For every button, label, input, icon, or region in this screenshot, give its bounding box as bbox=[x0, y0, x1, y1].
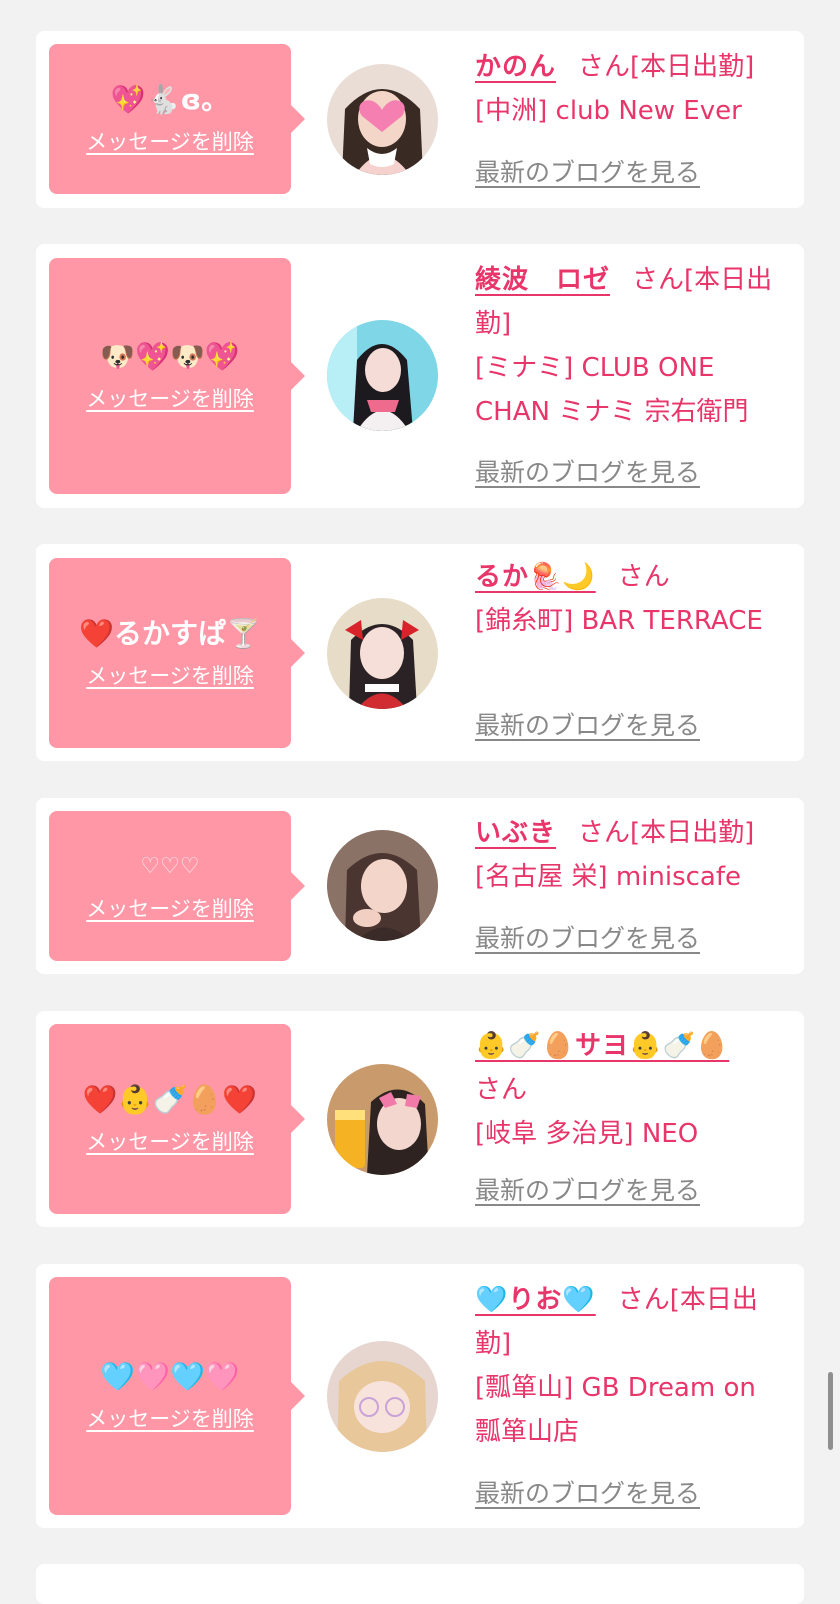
favorite-card bbox=[36, 1564, 804, 1604]
cast-info: るか🪼🌙 さん [錦糸町] BAR TERRACE bbox=[475, 555, 784, 643]
shop-name: [岐阜 多治見] NEO bbox=[475, 1119, 699, 1149]
cast-name-link[interactable]: るか🪼🌙 bbox=[475, 562, 596, 592]
message-bubble: 🐶💖🐶💖 メッセージを削除 bbox=[49, 258, 305, 494]
cast-name-link[interactable]: 綾波 ロゼ bbox=[475, 265, 610, 295]
latest-blog-link[interactable]: 最新のブログを見る bbox=[475, 709, 700, 743]
cast-name-link[interactable]: いぶき bbox=[475, 818, 556, 848]
honorific: さん bbox=[578, 818, 631, 848]
avatar[interactable] bbox=[327, 1064, 438, 1175]
cast-info: いぶき さん[本日出勤] [名古屋 栄] miniscafe bbox=[475, 811, 784, 899]
message-bubble: ❤️👶🍼🥚❤️ メッセージを削除 bbox=[49, 1024, 305, 1214]
delete-message-link[interactable]: メッセージを削除 bbox=[86, 383, 254, 413]
cast-info: 🩵りお🩵 さん[本日出勤] [瓢箪山] GB Dream on 瓢箪山店 bbox=[475, 1278, 784, 1454]
honorific: さん bbox=[578, 52, 631, 82]
delete-message-link[interactable]: メッセージを削除 bbox=[86, 660, 254, 690]
favorite-card: ♡♡♡ メッセージを削除 いぶき さん[本日出勤] [名古屋 栄] minisca… bbox=[36, 798, 804, 974]
cast-name-link[interactable]: 🩵りお🩵 bbox=[475, 1285, 596, 1315]
shop-name: [ミナミ] CLUB ONE CHAN ミナミ 宗右衛門 bbox=[475, 353, 749, 427]
cast-info: 綾波 ロゼ さん[本日出勤] [ミナミ] CLUB ONE CHAN ミナミ 宗右… bbox=[475, 258, 784, 434]
scrollbar[interactable] bbox=[828, 1372, 833, 1450]
avatar[interactable] bbox=[327, 830, 438, 941]
message-bubble: ❤️るかすぱ🍸 メッセージを削除 bbox=[49, 558, 305, 748]
message-text: ♡♡♡ bbox=[140, 854, 200, 879]
favorite-card: ❤️るかすぱ🍸 メッセージを削除 るか🪼🌙 さん [錦糸町] BAR TERRAC… bbox=[36, 544, 804, 761]
delete-message-link[interactable]: メッセージを削除 bbox=[86, 1403, 254, 1433]
favorite-card: 💖🐇ɞ。 メッセージを削除 かのん さん[本日出勤] [中洲] club New … bbox=[36, 31, 804, 208]
message-text: 💖🐇ɞ。 bbox=[110, 83, 230, 116]
avatar[interactable] bbox=[327, 1341, 438, 1452]
attendance-status: [本日出勤] bbox=[630, 818, 755, 848]
avatar[interactable] bbox=[327, 64, 438, 175]
favorite-card: 🐶💖🐶💖 メッセージを削除 綾波 ロゼ さん[本日出勤] [ミナミ] CLUB O… bbox=[36, 244, 804, 508]
honorific: さん bbox=[617, 1285, 670, 1315]
shop-name: [錦糸町] BAR TERRACE bbox=[475, 606, 763, 636]
message-text: ❤️👶🍼🥚❤️ bbox=[82, 1083, 258, 1116]
attendance-status: [本日出勤] bbox=[630, 52, 755, 82]
latest-blog-link[interactable]: 最新のブログを見る bbox=[475, 922, 700, 956]
delete-message-link[interactable]: メッセージを削除 bbox=[86, 893, 254, 923]
cast-name-link[interactable]: 👶🍼🥚サヨ👶🍼🥚 bbox=[475, 1031, 729, 1061]
honorific: さん bbox=[475, 1075, 528, 1105]
latest-blog-link[interactable]: 最新のブログを見る bbox=[475, 1477, 700, 1511]
avatar[interactable] bbox=[327, 320, 438, 431]
latest-blog-link[interactable]: 最新のブログを見る bbox=[475, 456, 700, 490]
favorite-card: ❤️👶🍼🥚❤️ メッセージを削除 👶🍼🥚サヨ👶🍼🥚 さん [岐阜 多治見] NE… bbox=[36, 1011, 804, 1227]
message-bubble: ♡♡♡ メッセージを削除 bbox=[49, 811, 305, 961]
shop-name: [名古屋 栄] miniscafe bbox=[475, 862, 741, 892]
cast-info: 👶🍼🥚サヨ👶🍼🥚 さん [岐阜 多治見] NEO bbox=[475, 1024, 784, 1156]
cast-info: かのん さん[本日出勤] [中洲] club New Ever bbox=[475, 45, 784, 133]
message-text: 🐶💖🐶💖 bbox=[100, 340, 240, 373]
honorific: さん bbox=[632, 265, 685, 295]
latest-blog-link[interactable]: 最新のブログを見る bbox=[475, 1174, 700, 1208]
cast-name-link[interactable]: かのん bbox=[475, 52, 556, 82]
honorific: さん bbox=[617, 562, 670, 592]
latest-blog-link[interactable]: 最新のブログを見る bbox=[475, 156, 700, 190]
message-text: 🩵🩷🩵🩷 bbox=[100, 1360, 240, 1393]
delete-message-link[interactable]: メッセージを削除 bbox=[86, 1126, 254, 1156]
delete-message-link[interactable]: メッセージを削除 bbox=[86, 126, 254, 156]
message-text: ❤️るかすぱ🍸 bbox=[79, 617, 261, 650]
message-bubble: 🩵🩷🩵🩷 メッセージを削除 bbox=[49, 1277, 305, 1515]
shop-name: [中洲] club New Ever bbox=[475, 96, 742, 126]
shop-name: [瓢箪山] GB Dream on 瓢箪山店 bbox=[475, 1373, 782, 1447]
favorite-card: 🩵🩷🩵🩷 メッセージを削除 🩵りお🩵 さん[本日出勤] [瓢箪山] GB Drea… bbox=[36, 1264, 804, 1528]
avatar[interactable] bbox=[327, 598, 438, 709]
message-bubble: 💖🐇ɞ。 メッセージを削除 bbox=[49, 44, 305, 194]
